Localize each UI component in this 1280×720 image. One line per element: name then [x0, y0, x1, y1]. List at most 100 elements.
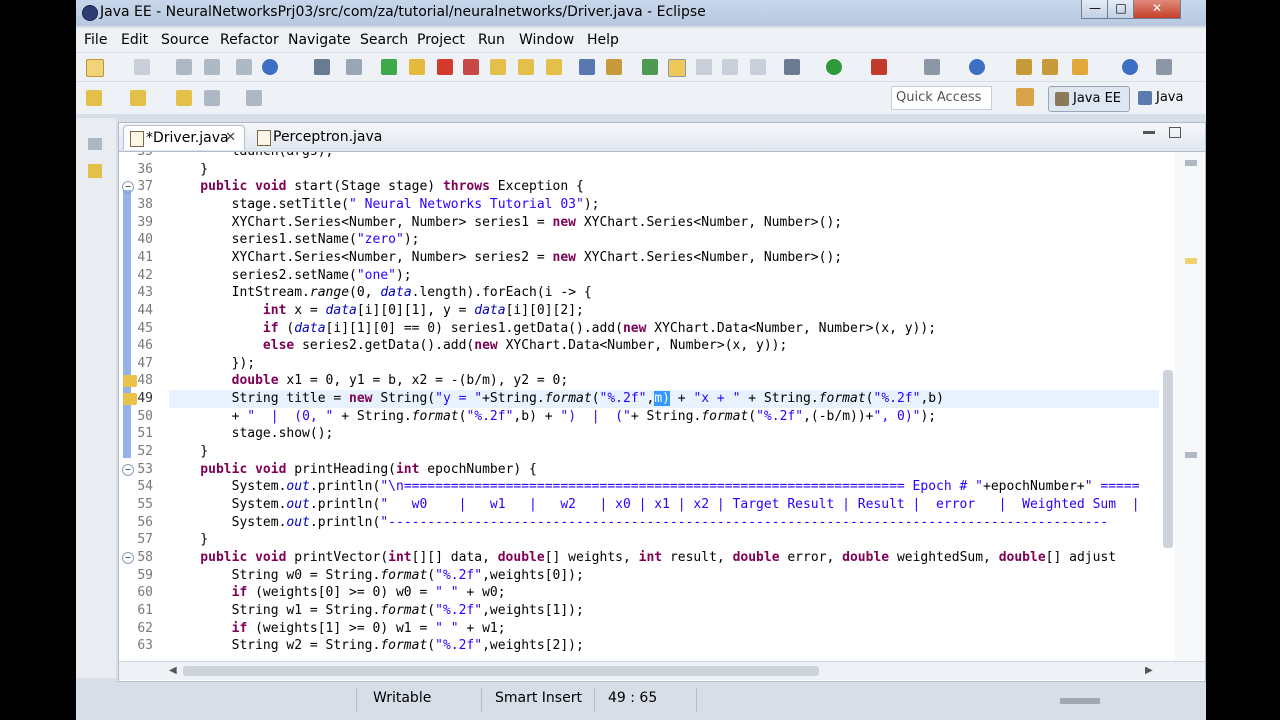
menu-refactor[interactable]: Refactor — [220, 32, 279, 48]
forward-icon[interactable] — [246, 90, 262, 106]
quick-access-input[interactable]: Quick Access — [891, 86, 992, 110]
search-icon[interactable] — [1156, 59, 1172, 75]
perspective-java[interactable]: Java — [1134, 86, 1199, 110]
code-line: if (data[i][1][0] == 0) series1.getData(… — [169, 320, 937, 336]
current-code-line: String title = new String("y = "+String.… — [169, 390, 1159, 408]
debug-icon[interactable] — [784, 59, 800, 75]
java-icon — [1138, 91, 1152, 105]
menu-edit[interactable]: Edit — [121, 32, 148, 48]
overview-mark[interactable] — [1185, 160, 1197, 166]
suspend-icon[interactable] — [409, 59, 425, 75]
web-browser-icon[interactable] — [262, 59, 278, 75]
code-line: System.out.println("--------------------… — [169, 514, 1109, 530]
line-number: 39 — [137, 214, 153, 230]
new-icon[interactable] — [86, 59, 104, 77]
disconnect-icon[interactable] — [463, 59, 479, 75]
new-server-icon[interactable] — [134, 59, 150, 75]
text-selection: m) — [654, 391, 670, 407]
line-number: 43 — [137, 285, 153, 301]
menu-source[interactable]: Source — [161, 32, 209, 48]
horizontal-scrollbar-thumb[interactable] — [183, 666, 819, 676]
menu-file[interactable]: File — [84, 32, 107, 48]
line-number: 61 — [137, 602, 153, 618]
console-icon[interactable] — [314, 59, 330, 75]
show-whitespace-icon[interactable] — [696, 59, 712, 75]
code-line: series2.setName("one"); — [169, 267, 412, 283]
overview-ruler[interactable] — [1175, 152, 1205, 661]
code-line: } — [169, 444, 209, 459]
paragraph-icon[interactable] — [750, 59, 766, 75]
line-number: 35 — [119, 152, 153, 161]
globe-icon[interactable] — [1122, 59, 1138, 75]
vertical-scrollbar-thumb[interactable] — [1163, 370, 1173, 548]
step-over-icon[interactable] — [518, 59, 534, 75]
code-line: stage.show(); — [169, 426, 334, 442]
eclipse-window: Java EE - NeuralNetworksPrj03/src/com/za… — [76, 0, 1206, 720]
minimize-button[interactable]: — — [1081, 0, 1109, 19]
back-icon[interactable] — [204, 90, 220, 106]
save-all-icon[interactable] — [204, 59, 220, 75]
maximize-button[interactable]: □ — [1107, 0, 1135, 19]
status-bar: Writable Smart Insert 49 : 65 — [76, 682, 1206, 720]
status-divider — [356, 688, 357, 712]
maximize-editor-icon[interactable] — [1169, 127, 1181, 138]
refresh-icon[interactable] — [969, 59, 985, 75]
horizontal-scrollbar[interactable]: ◀ ▶ — [119, 661, 1205, 680]
toggle-mark-icon[interactable] — [642, 59, 658, 75]
close-tab-icon[interactable]: ✕ — [225, 126, 236, 150]
scroll-right-icon[interactable]: ▶ — [1145, 665, 1153, 676]
run-icon[interactable] — [826, 59, 842, 75]
last-edit-icon[interactable] — [176, 90, 192, 106]
code-line: else series2.getData().add(new XYChart.D… — [169, 338, 788, 354]
code-area[interactable]: −−− 353637383940414243444546474849505152… — [119, 152, 1205, 661]
perspective-java-ee[interactable]: Java EE — [1048, 86, 1130, 112]
highlight-icon[interactable] — [668, 59, 686, 77]
code-line: }); — [169, 355, 256, 371]
line-number: 62 — [137, 620, 153, 636]
tab-perceptron-java[interactable]: Perceptron.java — [251, 125, 382, 149]
line-number: 38 — [137, 196, 153, 212]
menu-run[interactable]: Run — [478, 32, 505, 48]
code-line: public void printHeading(int epochNumber… — [169, 461, 537, 477]
pin-icon[interactable] — [1072, 59, 1088, 75]
open-task-icon[interactable] — [606, 59, 622, 75]
window-title: Java EE - NeuralNetworksPrj03/src/com/za… — [100, 4, 706, 20]
close-button[interactable]: ✕ — [1133, 0, 1181, 19]
block-selection-icon[interactable] — [722, 59, 738, 75]
terminate-icon[interactable] — [437, 59, 453, 75]
scroll-left-icon[interactable]: ◀ — [169, 665, 177, 676]
code-line: String w1 = String.format("%.2f",weights… — [169, 602, 584, 618]
code-line: } — [169, 161, 209, 177]
minimize-editor-icon[interactable] — [1143, 131, 1155, 134]
save-icon[interactable] — [176, 59, 192, 75]
restore-icon[interactable] — [88, 138, 102, 150]
open-type-icon[interactable] — [579, 59, 595, 75]
tab-driver-java[interactable]: *Driver.java ✕ — [123, 125, 245, 150]
warning-mark[interactable] — [1185, 258, 1197, 264]
open-perspective-icon[interactable] — [1016, 88, 1034, 106]
line-number: 40 — [137, 232, 153, 248]
menu-window[interactable]: Window — [519, 32, 574, 48]
progress-area-icon[interactable] — [1060, 698, 1100, 704]
skip-breakpoints-icon[interactable] — [346, 59, 362, 75]
menu-navigate[interactable]: Navigate — [288, 32, 351, 48]
run-server-icon[interactable] — [871, 59, 887, 75]
step-return-icon[interactable] — [546, 59, 562, 75]
menu-project[interactable]: Project — [417, 32, 465, 48]
step-into-icon[interactable] — [490, 59, 506, 75]
resume-icon[interactable] — [381, 59, 397, 75]
open-file-icon[interactable] — [1042, 59, 1058, 75]
menu-search[interactable]: Search — [360, 32, 408, 48]
line-number: 36 — [137, 161, 153, 177]
package-explorer-icon[interactable] — [88, 164, 102, 178]
line-number: 59 — [137, 567, 153, 583]
overview-mark[interactable] — [1185, 452, 1197, 458]
print-icon[interactable] — [236, 59, 252, 75]
next-annotation-icon[interactable] — [86, 90, 102, 106]
open-folder-icon[interactable] — [1016, 59, 1032, 75]
external-tools-icon[interactable] — [924, 59, 940, 75]
previous-annotation-icon[interactable] — [130, 90, 146, 106]
menu-help[interactable]: Help — [587, 32, 619, 48]
code-line: String w0 = String.format("%.2f",weights… — [169, 567, 584, 583]
code-line: series1.setName("zero"); — [169, 232, 420, 248]
